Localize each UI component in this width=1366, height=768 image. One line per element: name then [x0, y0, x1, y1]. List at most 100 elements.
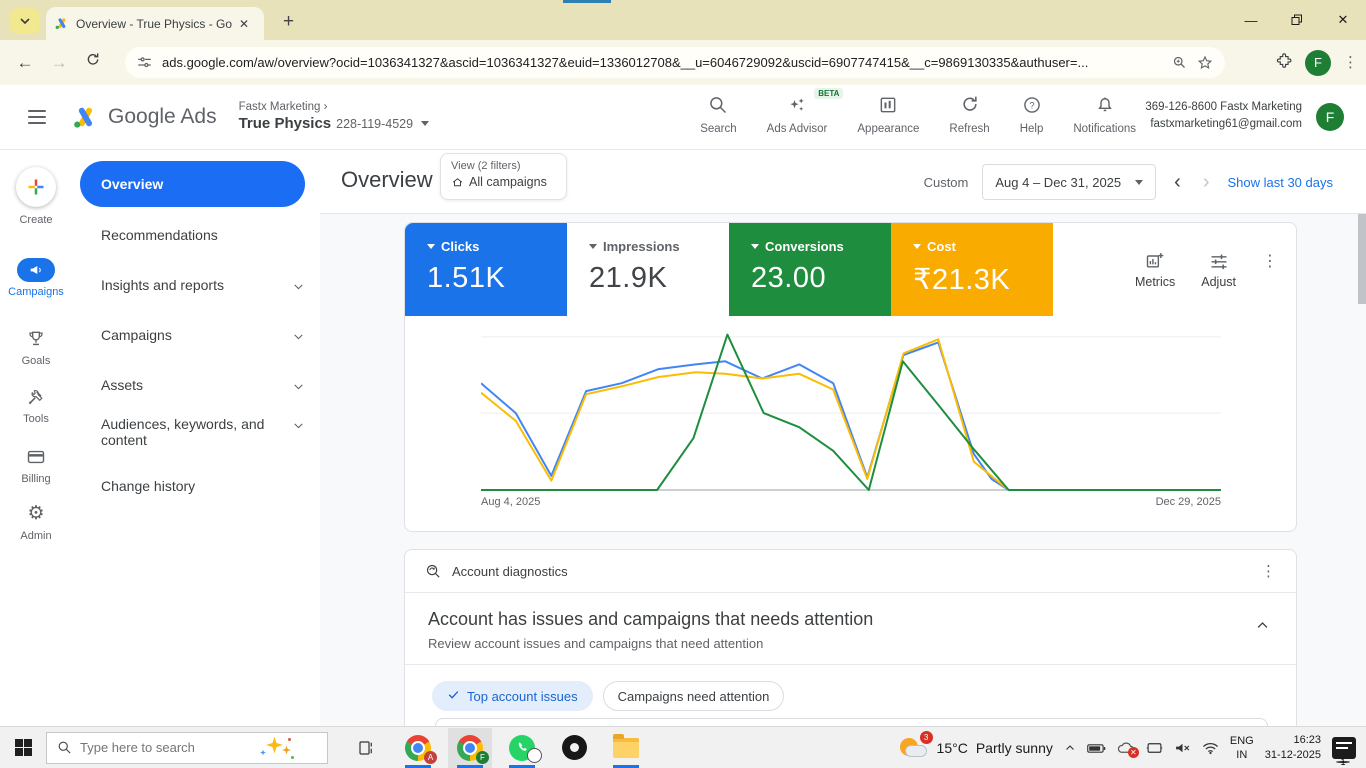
chrome-app-2-active[interactable]: F [448, 728, 492, 768]
battery-icon[interactable] [1087, 742, 1106, 755]
search-button[interactable]: Search [700, 95, 736, 135]
show-last-30-days-link[interactable]: Show last 30 days [1227, 175, 1333, 190]
tray-expand-chevron[interactable] [1064, 742, 1076, 754]
chatgpt-app[interactable] [552, 728, 596, 768]
site-settings-icon[interactable] [137, 55, 152, 70]
chip-label: Campaigns need attention [618, 689, 770, 704]
tab-close-icon[interactable]: ✕ [239, 17, 249, 31]
back-button[interactable]: ← [8, 53, 42, 73]
window-close-button[interactable]: ✕ [1320, 0, 1366, 40]
ads-advisor-button[interactable]: BETAAds Advisor [767, 95, 828, 135]
metric-tile-clicks[interactable]: Clicks1.51K [405, 223, 567, 316]
diagnostics-icon [425, 563, 442, 580]
restore-icon [1291, 14, 1303, 26]
create-button[interactable] [16, 167, 56, 207]
notification-center-button[interactable]: 1 [1332, 737, 1356, 759]
taskbar-search-input[interactable] [80, 740, 250, 755]
rail-item-goals[interactable]: Goals [0, 327, 72, 367]
breadcrumb[interactable]: Fastx Marketing › [239, 100, 430, 114]
tab-search-button[interactable] [10, 8, 40, 34]
weather-alert-badge: 3 [920, 731, 933, 744]
next-period-button[interactable]: › [1199, 171, 1214, 194]
onedrive-error-icon[interactable]: ✕ [1117, 742, 1135, 755]
metric-value: ₹21.3K [913, 262, 1053, 297]
megaphone-icon [17, 258, 55, 282]
card-menu-icon[interactable]: ⋮ [1262, 259, 1278, 264]
clock[interactable]: 16:23 31-12-2025 [1265, 733, 1321, 764]
date-range-selector[interactable]: Aug 4 – Dec 31, 2025 [982, 164, 1156, 200]
whatsapp-app[interactable] [500, 728, 544, 768]
page-scrollbar[interactable] [1358, 214, 1366, 304]
language-indicator[interactable]: ENGIN [1230, 734, 1254, 763]
weather-widget[interactable]: 3 15°C Partly sunny [899, 735, 1053, 761]
rail-item-admin[interactable]: ⚙Admin [0, 502, 72, 542]
performance-chart[interactable] [481, 328, 1221, 493]
wifi-icon[interactable] [1202, 741, 1219, 755]
metrics-button[interactable]: Metrics [1135, 251, 1175, 289]
taskbar-search[interactable] [46, 732, 328, 764]
address-bar[interactable]: ads.google.com/aw/overview?ocid=10363413… [125, 47, 1225, 78]
rail-item-tools[interactable]: Tools [0, 385, 72, 425]
billing-icon [0, 445, 72, 469]
filter-chip-campaigns-need-attention[interactable]: Campaigns need attention [603, 681, 785, 711]
diagnostics-menu-icon[interactable]: ⋮ [1261, 569, 1276, 574]
url-text[interactable]: ads.google.com/aw/overview?ocid=10363413… [162, 55, 1162, 70]
account-selector[interactable]: True Physics228-119-4529 [239, 115, 430, 134]
notifications-button[interactable]: Notifications [1073, 95, 1136, 135]
action-label: Ads Advisor [767, 123, 828, 135]
volume-muted-icon[interactable] [1174, 741, 1191, 755]
file-explorer-app[interactable] [604, 728, 648, 768]
start-button[interactable] [0, 739, 46, 756]
extensions-icon[interactable] [1276, 52, 1293, 74]
cast-screen-icon[interactable] [1146, 741, 1163, 755]
sidebar-item-overview[interactable]: Overview [80, 161, 305, 207]
campaign-filter-chip[interactable]: View (2 filters) All campaigns [440, 153, 567, 200]
previous-period-button[interactable]: ‹ [1170, 171, 1185, 194]
rail-item-label: Campaigns [0, 286, 72, 298]
chrome-app-1[interactable]: A [396, 728, 440, 768]
window-restore-button[interactable] [1274, 0, 1320, 40]
check-icon [447, 688, 460, 704]
rail-item-billing[interactable]: Billing [0, 445, 72, 485]
appearance-button[interactable]: Appearance [857, 95, 919, 135]
filter-chip-top-account-issues[interactable]: Top account issues [432, 681, 593, 711]
tools-icon [0, 385, 72, 409]
sidebar-item-insights-and-reports[interactable]: Insights and reports [101, 277, 291, 293]
chart-line-clicks [481, 342, 1221, 490]
rail-item-campaigns[interactable]: Campaigns [0, 258, 72, 298]
browser-profile-avatar[interactable]: F [1305, 50, 1331, 76]
refresh-button[interactable]: Refresh [949, 95, 989, 135]
forward-button[interactable]: → [42, 53, 76, 73]
adjust-button[interactable]: Adjust [1201, 251, 1236, 289]
bookmark-star-icon[interactable] [1197, 55, 1213, 71]
metric-label: Impressions [603, 239, 680, 254]
sidebar-item-campaigns[interactable]: Campaigns [101, 327, 291, 343]
action-label: Refresh [949, 123, 989, 135]
chip-label: Top account issues [467, 689, 578, 704]
new-tab-button[interactable]: + [283, 11, 294, 33]
collapse-section-button[interactable] [1255, 618, 1270, 638]
metric-tile-conversions[interactable]: Conversions23.00 [729, 223, 891, 316]
metric-label: Clicks [441, 239, 479, 254]
rail-item-label: Goals [0, 355, 72, 367]
x-axis-start-label: Aug 4, 2025 [481, 496, 540, 508]
user-avatar[interactable]: F [1316, 103, 1344, 131]
hamburger-menu-icon[interactable] [28, 106, 46, 128]
sidebar-item-audiences-keywords-and-content[interactable]: Audiences, keywords, and content [101, 416, 291, 448]
task-view-button[interactable] [344, 728, 388, 768]
browser-menu-icon[interactable]: ⋮ [1343, 60, 1358, 65]
browser-tab[interactable]: Overview - True Physics - Goog ✕ [46, 7, 264, 40]
help-button[interactable]: ?Help [1020, 95, 1044, 135]
window-minimize-button[interactable]: — [1228, 0, 1274, 40]
sidebar-item-assets[interactable]: Assets [101, 377, 291, 393]
reload-button[interactable] [76, 52, 110, 73]
folder-icon [613, 738, 639, 758]
sidebar-item-change-history[interactable]: Change history [101, 478, 291, 494]
chevron-down-icon [292, 380, 305, 396]
zoom-page-icon[interactable] [1172, 55, 1187, 70]
sidebar-item-recommendations[interactable]: Recommendations [101, 227, 291, 243]
metric-tile-impressions[interactable]: Impressions21.9K [567, 223, 729, 316]
metric-tile-cost[interactable]: Cost₹21.3K [891, 223, 1053, 316]
google-ads-logo[interactable]: Google Ads [72, 104, 217, 130]
chevron-down-icon [1135, 180, 1143, 185]
